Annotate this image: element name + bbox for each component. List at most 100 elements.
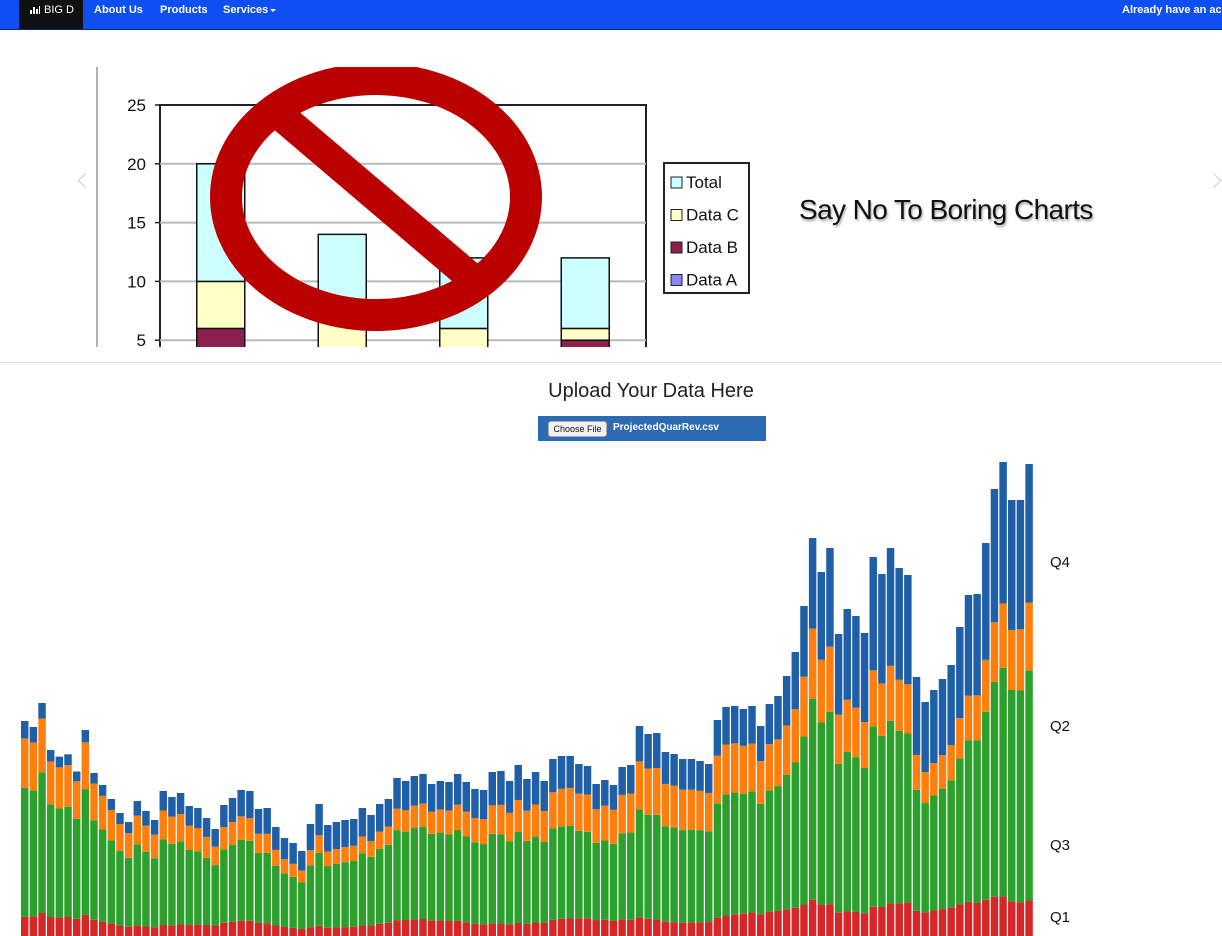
bar-segment-q1 [627, 919, 635, 936]
bar-segment-q1 [817, 904, 826, 936]
legend-label: Data A [686, 271, 738, 290]
bar-segment-q3 [895, 730, 903, 904]
bar-segment-q3 [228, 844, 237, 922]
y-tick-label: 25 [127, 96, 146, 115]
bar-segment-q3 [220, 849, 228, 923]
bar-segment-q2 [886, 665, 895, 721]
nav-about-us[interactable]: About Us [94, 0, 143, 20]
nav-products[interactable]: Products [160, 0, 208, 20]
bar-segment-q3 [375, 848, 384, 924]
bar-segment-q2 [687, 789, 696, 830]
bar-segment-q2 [557, 788, 566, 827]
bar-segment-q1 [575, 918, 583, 936]
bar-segment-q3 [670, 827, 678, 923]
bar-segment-q2 [497, 804, 505, 835]
bar-segment-q1 [124, 926, 133, 936]
bar-segment-q2 [479, 819, 488, 845]
bar-segment-q4 [384, 799, 393, 827]
bar-segment-q4 [254, 809, 263, 834]
bar-segment-q4 [653, 733, 661, 768]
bar-segment-q2 [211, 846, 219, 866]
bar-segment-q4 [575, 764, 583, 794]
bar-segment-q1 [462, 922, 471, 936]
bar-segment-q3 [791, 762, 800, 908]
bar-segment-q2 [661, 783, 670, 827]
bar-segment-q2 [860, 722, 869, 768]
bar-segment-q4 [886, 548, 895, 666]
bar-segment-q2 [618, 794, 626, 834]
bar-segment-q3 [306, 865, 315, 928]
bar-segment-q2 [254, 833, 263, 854]
choose-file-button[interactable]: Choose File [548, 421, 607, 437]
bar-segment-q4 [133, 801, 142, 816]
bar-segment-q3 [176, 841, 185, 925]
bar-segment-q4 [869, 557, 877, 671]
bar-segment-q2 [401, 810, 410, 832]
bar-segment-q1 [375, 923, 384, 936]
chevron-right-icon[interactable] [1205, 172, 1222, 189]
bar-segment-q1 [72, 918, 81, 936]
bar-segment-q4 [64, 754, 72, 766]
account-login-link[interactable]: Already have an accou [1122, 0, 1222, 20]
bar-segment-q3 [81, 789, 90, 915]
bar-segment-q1 [220, 922, 228, 936]
series-label-q2: Q2 [1050, 718, 1070, 735]
nav-services[interactable]: Services [223, 0, 277, 20]
bar-segment-q2 [280, 859, 289, 874]
bar-segment-q2 [116, 823, 124, 851]
bar-segment-q3 [904, 733, 912, 903]
bar-segment-q3 [982, 711, 990, 900]
bar-segment-q4 [350, 819, 358, 846]
bar-segment-q2 [471, 817, 479, 843]
bar-segment-q2 [947, 744, 955, 781]
bar-segment-q3 [350, 860, 358, 927]
bar-segment-q4 [29, 727, 38, 743]
bar-segment-q1 [609, 920, 618, 936]
y-tick-label: 15 [127, 214, 146, 233]
bar-segment-q3 [782, 774, 791, 910]
bar-segment-q3 [653, 814, 661, 920]
bar-segment-q1 [176, 924, 185, 936]
selected-file-name: ProjectedQuarRev.csv [613, 422, 719, 433]
bar-segment-q1 [55, 917, 64, 936]
bar-segment-q1 [64, 917, 72, 936]
bar-segment-q1 [739, 913, 748, 936]
bar-segment-q4 [982, 543, 990, 660]
bar-segment-q4 [860, 633, 869, 723]
bar-segment-q2 [912, 754, 921, 790]
bar-segment-q3 [627, 832, 635, 920]
brand-logo[interactable]: BIG D [19, 0, 83, 29]
bar-segment-q3 [860, 767, 869, 914]
bar-segment-q3 [246, 840, 254, 921]
bar-segment-q3 [964, 740, 973, 902]
bar-segment-q2 [237, 816, 245, 840]
chevron-left-icon[interactable] [77, 172, 94, 189]
bar-segment-q1 [401, 920, 410, 936]
bar-segment-q3 [826, 711, 834, 905]
bar-segment-q1 [1016, 902, 1025, 936]
file-upload-field[interactable]: Choose File ProjectedQuarRev.csv [538, 416, 766, 441]
bar-segment-q1 [315, 925, 323, 936]
bar-segment-q3 [557, 826, 566, 919]
bar-segment-q2 [38, 718, 46, 773]
bar-segment-q3 [272, 865, 280, 926]
bar-segment-q1 [947, 907, 955, 936]
bar-segment-q4 [263, 808, 271, 834]
bar-segment-q3 [514, 832, 522, 923]
bar-segment-q1 [38, 913, 46, 936]
bar-segment-q3 [211, 865, 219, 926]
legend-label: Total [686, 173, 722, 192]
bar-segment-q4 [696, 761, 704, 791]
bar-segment-q3 [159, 839, 167, 926]
bar-segment-q1 [358, 925, 367, 936]
bar-segment-q1 [852, 911, 860, 936]
bar-segment-q4 [393, 778, 401, 809]
bar-segment-q2 [263, 833, 271, 853]
slide-bar-segment [560, 339, 610, 347]
bar-segment-q1 [800, 904, 808, 936]
bar-segment-q1 [168, 925, 176, 936]
bar-segment-q2 [142, 825, 150, 852]
bar-segment-q3 [445, 834, 453, 921]
bar-segment-q2 [964, 695, 973, 741]
bar-segment-q2 [393, 808, 401, 831]
